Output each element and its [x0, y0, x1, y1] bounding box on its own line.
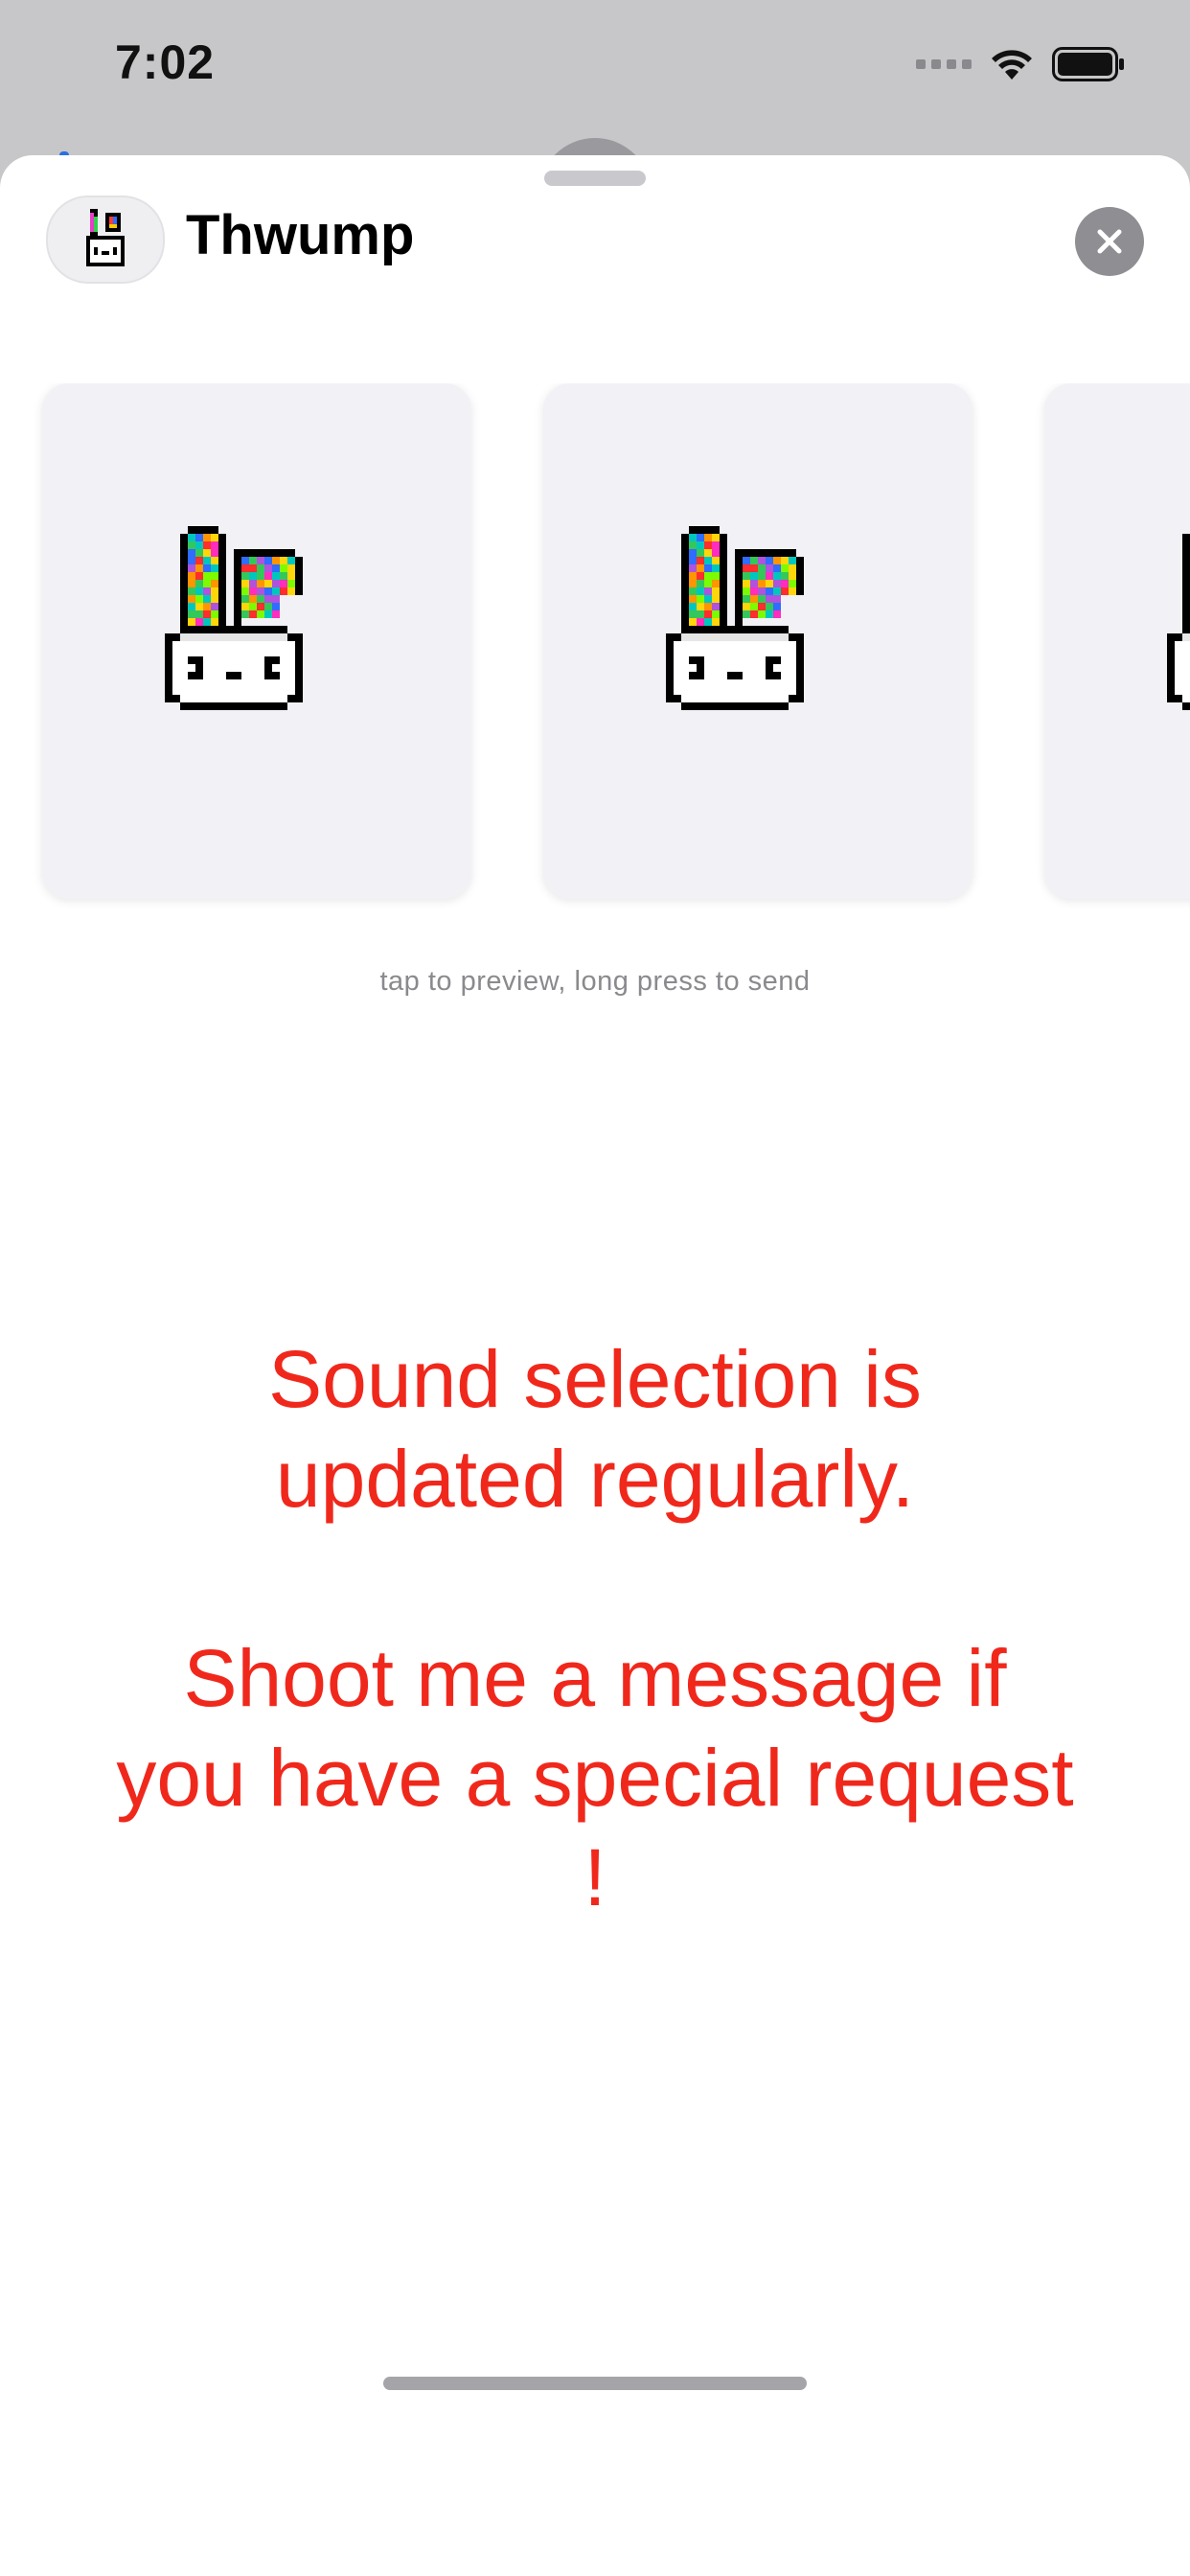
sound-card[interactable]: [42, 383, 471, 899]
notice-line-1: Sound selection is updated regularly.: [268, 1334, 922, 1524]
status-bar: 7:02: [0, 0, 1190, 153]
home-indicator[interactable]: [383, 2377, 807, 2390]
status-time: 7:02: [115, 35, 216, 89]
close-button[interactable]: [1075, 207, 1144, 276]
app-sheet: Thwump tap to preview, long press to sen…: [0, 155, 1190, 2576]
rainbow-bunny-icon: [165, 526, 303, 710]
usage-hint: tap to preview, long press to send: [379, 966, 811, 997]
notice-text: Sound selection is updated regularly. Sh…: [115, 1329, 1075, 1927]
wifi-icon: [989, 47, 1035, 81]
battery-icon: [1052, 47, 1125, 81]
app-title: Thwump: [186, 204, 415, 266]
rainbow-bunny-icon: [666, 526, 804, 710]
bunny-icon: [46, 196, 165, 284]
rainbow-bunny-icon: [1167, 534, 1190, 710]
sound-card[interactable]: [1044, 383, 1190, 899]
status-icons: [916, 42, 1125, 86]
close-icon: [1097, 229, 1122, 254]
sound-card[interactable]: [543, 383, 973, 899]
sound-carousel[interactable]: [0, 383, 1190, 920]
cellular-signal-icon: [916, 59, 972, 69]
notice-line-2: Shoot me a message if you have a special…: [116, 1633, 1074, 1922]
sheet-grabber[interactable]: [544, 171, 646, 186]
